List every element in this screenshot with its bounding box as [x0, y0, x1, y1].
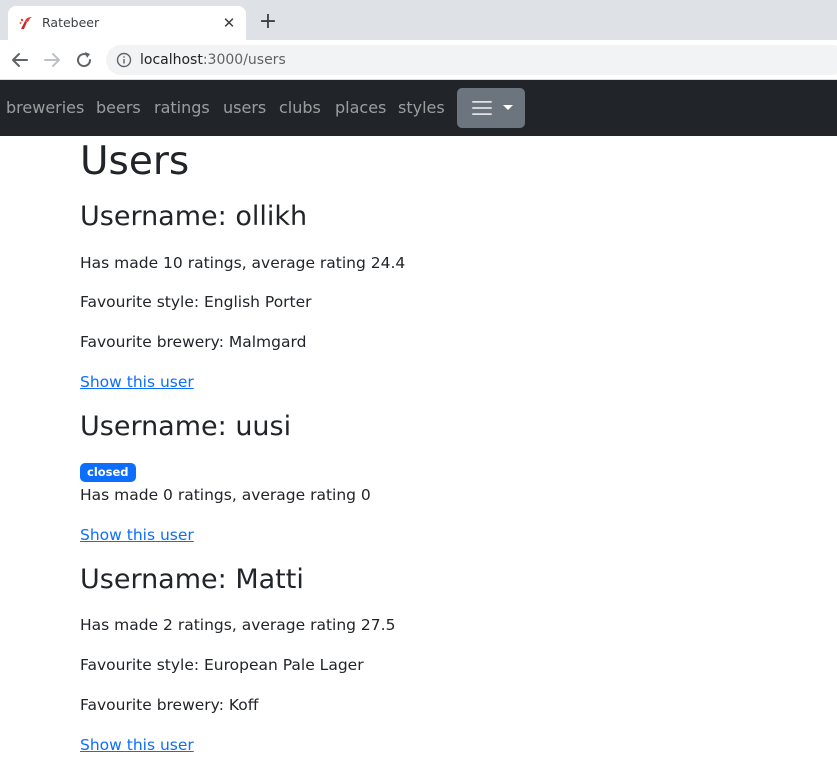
back-arrow-icon[interactable] [8, 48, 32, 72]
hamburger-icon [472, 101, 492, 115]
user-ratings-summary: Has made 0 ratings, average rating 0 [80, 486, 371, 504]
tab-title: Ratebeer [42, 15, 100, 30]
user-favourite-brewery: Favourite brewery: Malmgard [80, 333, 307, 351]
nav-link-breweries[interactable]: breweries [6, 98, 84, 118]
ratebeer-favicon-icon [19, 17, 32, 29]
url-text[interactable]: localhost:3000/users [140, 51, 286, 69]
new-tab-icon[interactable]: + [257, 11, 279, 33]
browser-tabstrip: Ratebeer ✕ + [0, 0, 837, 40]
user-heading: Username: uusi [80, 411, 292, 442]
url-host: localhost [140, 52, 203, 68]
show-user-link[interactable]: Show this user [80, 735, 194, 755]
user-favourite-brewery: Favourite brewery: Koff [80, 696, 259, 714]
user-heading: Username: ollikh [80, 201, 308, 232]
nav-link-places[interactable]: places [335, 98, 386, 118]
user-ratings-summary: Has made 2 ratings, average rating 27.5 [80, 616, 396, 634]
user-ratings-summary: Has made 10 ratings, average rating 24.4 [80, 254, 406, 272]
status-badge: closed [80, 463, 136, 482]
nav-dropdown-toggle-button[interactable] [457, 88, 525, 128]
nav-link-users[interactable]: users [223, 98, 266, 118]
nav-link-styles[interactable]: styles [398, 98, 445, 118]
show-user-link[interactable]: Show this user [80, 525, 194, 545]
reload-icon[interactable] [72, 48, 96, 72]
close-tab-icon[interactable]: ✕ [220, 14, 238, 32]
url-path: :3000/users [202, 52, 286, 68]
browser-tab[interactable]: Ratebeer ✕ [8, 6, 246, 40]
user-favourite-style: Favourite style: European Pale Lager [80, 656, 364, 674]
caret-down-icon [503, 105, 513, 110]
show-user-link[interactable]: Show this user [80, 372, 194, 392]
nav-link-ratings[interactable]: ratings [154, 98, 210, 118]
user-favourite-style: Favourite style: English Porter [80, 293, 312, 311]
address-bar[interactable]: localhost:3000/users [106, 45, 837, 75]
info-icon[interactable] [116, 52, 132, 68]
forward-arrow-icon[interactable] [40, 48, 64, 72]
browser-toolbar: localhost:3000/users [0, 40, 837, 80]
app-navbar: breweries beers ratings users clubs plac… [0, 80, 837, 136]
nav-link-beers[interactable]: beers [96, 98, 141, 118]
nav-link-clubs[interactable]: clubs [279, 98, 321, 118]
page-title: Users [80, 139, 190, 184]
user-heading: Username: Matti [80, 564, 304, 595]
